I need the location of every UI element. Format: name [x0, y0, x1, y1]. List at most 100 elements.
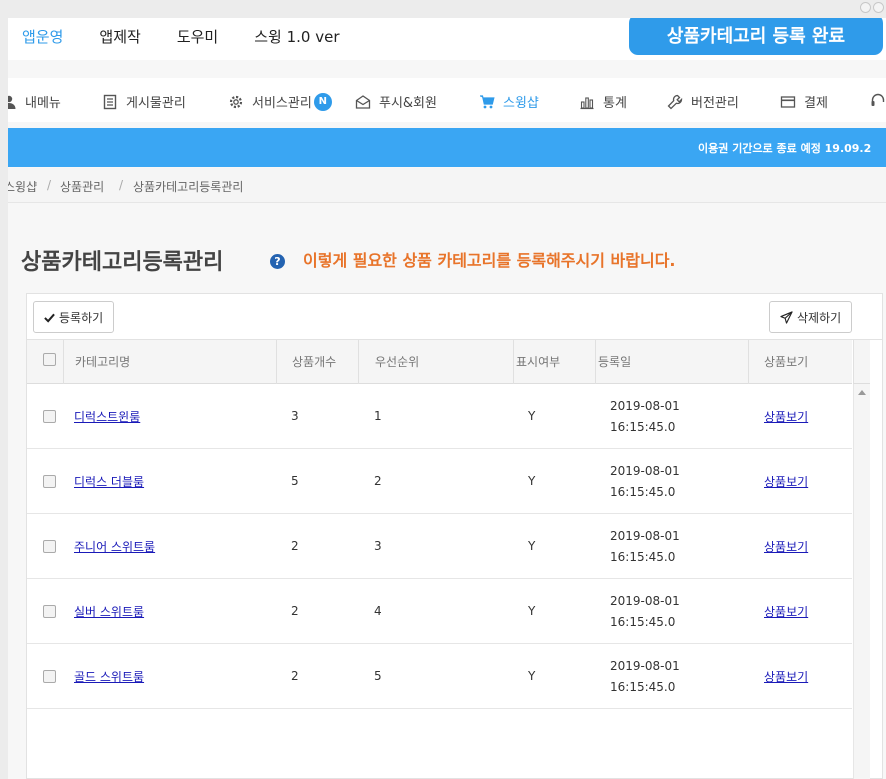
menu-item-version[interactable]: 버전관리 — [667, 92, 739, 111]
table-row: 실버 스위트룸 2 4 Y 2019-08-01 16:15:45.0 상품보기 — [27, 579, 852, 644]
check-icon — [44, 313, 55, 323]
product-count: 2 — [291, 539, 299, 553]
table-row: 주니어 스위트룸 2 3 Y 2019-08-01 16:15:45.0 상품보… — [27, 514, 852, 579]
menu-item-posts[interactable]: 게시물관리 — [102, 92, 186, 111]
success-toast: 상품카테고리 등록 완료 — [629, 18, 883, 55]
category-table: 카테고리명 상품개수 우선순위 표시여부 등록일 상품보기 디럭스트윈룸 3 1… — [27, 339, 883, 779]
priority: 1 — [374, 409, 382, 423]
topnav-version[interactable]: 스윙 1.0 ver — [254, 26, 339, 47]
reg-time: 16:15:45.0 — [610, 420, 676, 434]
close-icon[interactable] — [873, 2, 884, 13]
header-view-products[interactable]: 상품보기 — [764, 340, 808, 384]
paper-plane-icon — [780, 310, 793, 324]
header-priority[interactable]: 우선순위 — [375, 340, 419, 384]
reg-datetime: 2019-08-01 16:15:45.0 — [610, 656, 680, 698]
page-hint: 이렇게 필요한 상품 카테고리를 등록해주시기 바랍니다. — [303, 251, 676, 270]
register-button[interactable]: 등록하기 — [33, 301, 115, 333]
display-flag: Y — [528, 474, 536, 488]
breadcrumb-item-current: 상품카테고리등록관리 — [133, 180, 244, 194]
product-count: 2 — [291, 669, 299, 683]
view-products-link[interactable]: 상품보기 — [764, 603, 808, 620]
menu-item-stats[interactable]: 통계 — [579, 92, 627, 111]
reg-time: 16:15:45.0 — [610, 615, 676, 629]
column-divider — [748, 340, 749, 384]
column-divider — [276, 340, 277, 384]
envelope-icon — [355, 94, 371, 109]
table-row: 골드 스위트룸 2 5 Y 2019-08-01 16:15:45.0 상품보기 — [27, 644, 852, 709]
breadcrumb-item-products[interactable]: 상품관리 — [60, 178, 104, 195]
breadcrumb-separator: / — [47, 178, 52, 192]
headset-icon — [871, 93, 885, 106]
priority: 4 — [374, 604, 382, 618]
top-nav: 앱운영 앱제작 도우미 스윙 1.0 ver — [22, 26, 339, 47]
header-product-count[interactable]: 상품개수 — [292, 340, 336, 384]
category-panel: 등록하기 삭제하기 카테고리명 상품개수 우선순위 표시여부 등록일 상품보기 — [26, 293, 883, 779]
topnav-app-build[interactable]: 앱제작 — [99, 26, 140, 47]
menu-item-label: 푸시&회원 — [379, 96, 437, 111]
user-icon — [8, 95, 16, 109]
table-header: 카테고리명 상품개수 우선순위 표시여부 등록일 상품보기 — [27, 340, 852, 384]
header-reg-date[interactable]: 등록일 — [598, 340, 631, 384]
category-name-link[interactable]: 디럭스 더블룸 — [74, 473, 144, 490]
display-flag: Y — [528, 539, 536, 553]
header-category-name[interactable]: 카테고리명 — [75, 340, 130, 384]
topnav-helper[interactable]: 도우미 — [177, 26, 218, 47]
breadcrumb-item-shop[interactable]: 스윙샵 — [8, 178, 37, 195]
menu-item-label: 통계 — [603, 96, 627, 111]
priority: 2 — [374, 474, 382, 488]
table-row: 디럭스트윈룸 3 1 Y 2019-08-01 16:15:45.0 상품보기 — [27, 384, 852, 449]
row-checkbox[interactable] — [43, 410, 56, 423]
column-divider — [513, 340, 514, 384]
row-checkbox[interactable] — [43, 540, 56, 553]
wrench-icon — [667, 94, 683, 109]
menu-item-label: 버전관리 — [691, 96, 739, 111]
category-name-link[interactable]: 주니어 스위트룸 — [74, 538, 155, 555]
reg-date: 2019-08-01 — [610, 464, 680, 478]
menu-item-swing-shop[interactable]: 스윙샵 — [479, 92, 539, 111]
category-name-link[interactable]: 디럭스트윈룸 — [74, 408, 140, 425]
view-products-link[interactable]: 상품보기 — [764, 668, 808, 685]
expiry-notice-text: 이용권 기간으로 종료 예정 19.09.2 — [698, 142, 872, 155]
select-all-checkbox[interactable] — [43, 353, 56, 366]
priority: 3 — [374, 539, 382, 553]
display-flag: Y — [528, 604, 536, 618]
reg-time: 16:15:45.0 — [610, 550, 676, 564]
table-scrollbar[interactable] — [853, 384, 870, 779]
delete-button[interactable]: 삭제하기 — [769, 301, 853, 333]
header-display[interactable]: 표시여부 — [516, 340, 560, 384]
reg-date: 2019-08-01 — [610, 659, 680, 673]
help-icon[interactable]: ? — [270, 254, 285, 269]
gear-icon — [229, 95, 243, 108]
menu-item-headset[interactable] — [870, 92, 886, 108]
scroll-up-arrow-icon[interactable] — [858, 390, 866, 395]
reg-time: 16:15:45.0 — [610, 680, 676, 694]
menu-item-label: 내메뉴 — [25, 96, 61, 111]
reg-time: 16:15:45.0 — [610, 485, 676, 499]
breadcrumb-separator: / — [119, 178, 124, 192]
row-checkbox[interactable] — [43, 475, 56, 488]
category-name-link[interactable]: 골드 스위트룸 — [74, 668, 144, 685]
product-count: 3 — [291, 409, 299, 423]
topnav-app-operation[interactable]: 앱운영 — [22, 26, 63, 47]
view-products-link[interactable]: 상품보기 — [764, 538, 808, 555]
minimize-icon[interactable] — [860, 2, 871, 13]
menu-item-service[interactable]: 서비스관리 N — [228, 92, 332, 111]
display-flag: Y — [528, 409, 536, 423]
category-name-link[interactable]: 실버 스위트룸 — [74, 603, 144, 620]
reg-datetime: 2019-08-01 16:15:45.0 — [610, 461, 680, 503]
view-products-link[interactable]: 상품보기 — [764, 473, 808, 490]
menu-item-push-members[interactable]: 푸시&회원 — [355, 92, 437, 111]
breadcrumb: 스윙샵 / 상품관리 / 상품카테고리등록관리 — [8, 168, 886, 203]
card-icon — [780, 95, 796, 108]
row-checkbox[interactable] — [43, 605, 56, 618]
view-products-link[interactable]: 상품보기 — [764, 408, 808, 425]
product-count: 2 — [291, 604, 299, 618]
app-frame: 앱운영 앱제작 도우미 스윙 1.0 ver 상품카테고리 등록 완료 내메뉴 … — [8, 18, 886, 779]
window-controls — [860, 2, 884, 13]
menu-item-payment[interactable]: 결제 — [780, 92, 828, 111]
reg-datetime: 2019-08-01 16:15:45.0 — [610, 396, 680, 438]
menu-item-my-menu[interactable]: 내메뉴 — [8, 92, 61, 111]
top-bar: 앱운영 앱제작 도우미 스윙 1.0 ver 상품카테고리 등록 완료 — [8, 18, 886, 60]
row-checkbox[interactable] — [43, 670, 56, 683]
bar-chart-icon — [580, 96, 594, 109]
